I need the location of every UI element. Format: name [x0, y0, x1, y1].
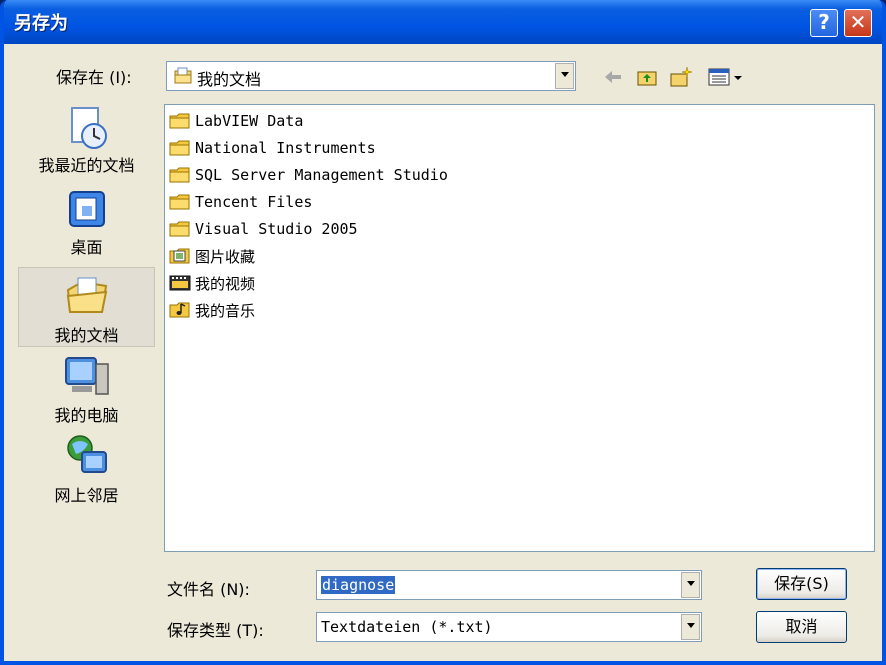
place-network[interactable]: 网上邻居 [18, 432, 155, 512]
filename-dropdown-arrow[interactable] [681, 572, 700, 598]
file-name: Visual Studio 2005 [195, 220, 358, 238]
list-item[interactable]: Visual Studio 2005 [169, 217, 358, 241]
folder-icon [169, 221, 190, 237]
new-folder-icon[interactable] [670, 66, 692, 88]
my-computer-icon [64, 357, 109, 395]
list-item[interactable]: SQL Server Management Studio [169, 163, 448, 187]
place-desktop[interactable]: 桌面 [18, 188, 155, 264]
place-label: 我最近的文档 [38, 156, 135, 175]
list-item[interactable]: 图片收藏 [169, 244, 255, 268]
file-name: National Instruments [195, 139, 376, 157]
place-label: 桌面 [70, 238, 103, 257]
list-item[interactable]: 我的视频 [169, 271, 255, 295]
my-pictures-icon [169, 248, 190, 264]
filename-value: diagnose [321, 576, 396, 594]
place-recent-documents[interactable]: 我最近的文档 [18, 104, 155, 184]
title-bar[interactable]: 另存为 ? ✕ [4, 0, 882, 44]
list-item[interactable]: National Instruments [169, 136, 376, 160]
file-list[interactable]: LabVIEW Data National Instruments SQL Se… [164, 104, 875, 552]
folder-icon [169, 167, 190, 183]
save-in-value: 我的文档 [197, 70, 262, 89]
save-button[interactable]: 保存(S) [756, 568, 847, 600]
place-label: 我的电脑 [54, 406, 119, 425]
my-music-icon [169, 302, 190, 318]
help-button[interactable]: ? [810, 9, 838, 37]
file-name: LabVIEW Data [195, 112, 304, 130]
cancel-button[interactable]: 取消 [756, 611, 847, 643]
place-my-documents[interactable]: 我的文档 [18, 267, 155, 347]
filetype-dropdown[interactable]: Textdateien (*.txt) [316, 612, 702, 642]
save-as-dialog: 另存为 ? ✕ 保存在 (I): 我的文档 我最近的文档 桌面 我的文档 我的电… [0, 0, 886, 665]
place-my-computer[interactable]: 我的电脑 [18, 352, 155, 432]
place-label: 我的文档 [54, 326, 119, 345]
desktop-icon [68, 191, 105, 227]
my-documents-icon [174, 67, 192, 84]
my-videos-icon [169, 275, 191, 291]
file-name: 我的音乐 [195, 301, 256, 320]
folder-icon [169, 113, 190, 129]
view-menu-icon[interactable] [708, 66, 746, 88]
filetype-label: 保存类型 (T): [167, 621, 264, 640]
save-in-label: 保存在 (I): [56, 68, 132, 87]
close-button[interactable]: ✕ [844, 9, 872, 37]
save-in-dropdown-arrow[interactable] [555, 63, 574, 89]
filename-input[interactable]: diagnose [316, 570, 702, 600]
filename-label: 文件名 (N): [167, 580, 250, 599]
filetype-dropdown-arrow[interactable] [681, 614, 700, 640]
my-documents-icon [66, 277, 107, 313]
back-arrow-icon[interactable] [602, 66, 624, 88]
file-name: SQL Server Management Studio [195, 166, 448, 184]
place-label: 网上邻居 [54, 486, 119, 505]
window-title: 另存为 [14, 13, 68, 34]
up-folder-icon[interactable] [636, 66, 658, 88]
places-bar: 我最近的文档 桌面 我的文档 我的电脑 网上邻居 [18, 104, 155, 549]
recent-documents-icon [70, 107, 107, 149]
network-places-icon [66, 435, 107, 473]
folder-icon [169, 140, 190, 156]
list-item[interactable]: 我的音乐 [169, 298, 255, 322]
filetype-value: Textdateien (*.txt) [321, 618, 493, 636]
file-name: 我的视频 [195, 274, 256, 293]
list-item[interactable]: LabVIEW Data [169, 109, 303, 133]
file-name: Tencent Files [195, 193, 313, 211]
save-in-dropdown[interactable]: 我的文档 [166, 61, 576, 91]
folder-icon [169, 194, 190, 210]
list-item[interactable]: Tencent Files [169, 190, 312, 214]
file-name: 图片收藏 [195, 247, 256, 266]
